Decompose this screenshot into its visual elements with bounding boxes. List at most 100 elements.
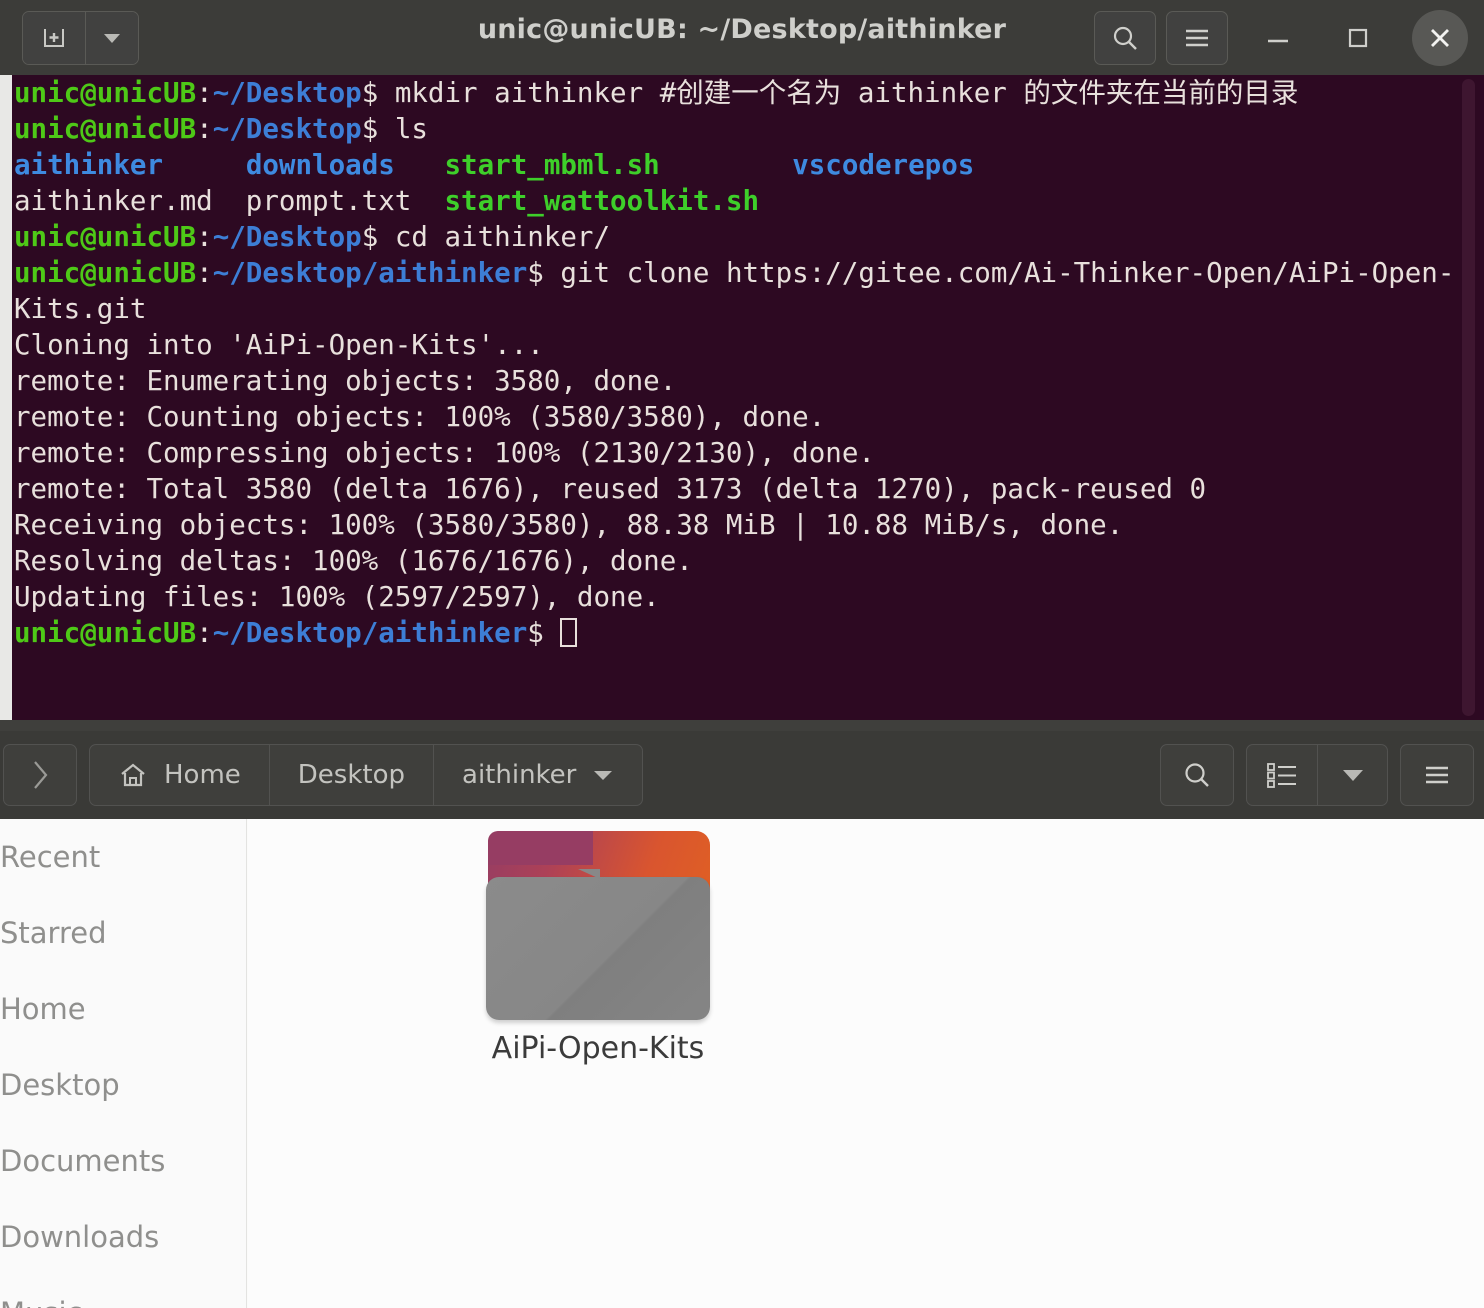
terminal-segment: remote: Counting objects: 100% (3580/358… [14,401,826,433]
terminal-line: unic@unicUB:~/Desktop/aithinker$ git clo… [14,255,1458,327]
breadcrumb-label-desktop: Desktop [297,760,406,790]
terminal-segment: unic@unicUB [14,77,197,109]
new-tab-icon[interactable] [23,11,85,64]
terminal-segment [395,149,445,181]
breadcrumb-item-home[interactable]: Home [90,745,269,805]
terminal-bottom-edge [0,720,1484,731]
terminal-segment: $ cd aithinker/ [361,221,611,253]
terminal-segment: downloads [245,149,395,181]
breadcrumb: Home Desktop aithinker [89,744,644,806]
terminal-segment: $ mkdir aithinker #创建一个名为 aithinker 的文件夹… [361,77,1299,109]
sidebar-label-home: Home [0,992,86,1026]
maximize-icon[interactable] [1318,10,1398,66]
terminal-segment: Resolving deltas: 100% (1676/1676), done… [14,545,693,577]
terminal-segment: Receiving objects: 100% (3580/3580), 88.… [14,509,1124,541]
chevron-down-icon[interactable] [85,11,138,64]
terminal-segment [660,149,792,181]
hamburger-menu-icon[interactable] [1166,11,1228,65]
terminal-line: remote: Compressing objects: 100% (2130/… [14,435,1458,471]
terminal-line: unic@unicUB:~/Desktop$ mkdir aithinker #… [14,75,1458,111]
terminal-segment: : [196,221,213,253]
sidebar-label-downloads: Downloads [0,1220,160,1254]
terminal-segment: Cloning into 'AiPi-Open-Kits'... [14,329,544,361]
terminal-line: Updating files: 100% (2597/2597), done. [14,579,1458,615]
terminal-line: aithinker downloads start_mbml.sh vscode… [14,147,1458,183]
hamburger-menu-icon[interactable] [1400,744,1474,806]
breadcrumb-item-aithinker[interactable]: aithinker [433,745,642,805]
sidebar-item-recent[interactable]: Recent [0,819,246,895]
terminal-segment: : [196,77,213,109]
terminal-text-content: unic@unicUB:~/Desktop$ mkdir aithinker #… [14,75,1458,651]
terminal-window: unic@unicUB: ~/Desktop/aithinker unic@un… [0,0,1484,731]
folder-icon [486,829,710,1020]
terminal-segment: remote: Compressing objects: 100% (2130/… [14,437,875,469]
sidebar-item-downloads[interactable]: Downloads [0,1199,246,1275]
chevron-right-icon[interactable] [3,744,77,806]
sidebar-item-home[interactable]: Home [0,971,246,1047]
home-icon [118,760,148,790]
terminal-segment: aithinker [14,149,164,181]
terminal-line: unic@unicUB:~/Desktop/aithinker$ [14,615,1458,651]
file-manager-window: Home Desktop aithinker Recent Starred Ho… [0,731,1484,1308]
terminal-line: aithinker.md prompt.txt start_wattoolkit… [14,183,1458,219]
terminal-segment: : [196,257,213,289]
folder-icon-notch [578,869,600,879]
terminal-segment: start_mbml.sh [444,149,660,181]
terminal-segment: aithinker.md prompt.txt [14,185,445,217]
terminal-scrollbar[interactable] [1462,75,1481,720]
breadcrumb-item-desktop[interactable]: Desktop [268,745,433,805]
terminal-segment: ~/Desktop/aithinker [212,617,528,649]
search-icon[interactable] [1160,744,1234,806]
terminal-segment: remote: Total 3580 (delta 1676), reused … [14,473,1207,505]
tab-controls-group[interactable] [22,10,139,65]
search-icon[interactable] [1094,11,1156,65]
breadcrumb-label-home: Home [164,760,241,790]
sidebar-item-documents[interactable]: Documents [0,1123,246,1199]
sidebar-label-starred: Starred [0,916,107,950]
folder-icon-front [486,877,710,1020]
sidebar-label-desktop: Desktop [0,1068,120,1102]
terminal-titlebar[interactable]: unic@unicUB: ~/Desktop/aithinker [0,0,1484,75]
terminal-line: remote: Enumerating objects: 3580, done. [14,363,1458,399]
folder-label: AiPi-Open-Kits [491,1031,705,1066]
terminal-line: Cloning into 'AiPi-Open-Kits'... [14,327,1458,363]
terminal-segment: : [196,617,213,649]
terminal-segment: start_wattoolkit.sh [444,185,760,217]
list-view-icon[interactable] [1247,745,1317,805]
terminal-segment: unic@unicUB [14,113,197,145]
terminal-segment: unic@unicUB [14,257,197,289]
breadcrumb-label-aithinker: aithinker [462,760,577,790]
terminal-line: Receiving objects: 100% (3580/3580), 88.… [14,507,1458,543]
view-mode-group [1246,744,1388,806]
terminal-output-area[interactable]: unic@unicUB:~/Desktop$ mkdir aithinker #… [0,75,1484,720]
sidebar-label-documents: Documents [0,1144,166,1178]
terminal-segment: Updating files: 100% (2597/2597), done. [14,581,660,613]
terminal-scrollbar-thumb[interactable] [1462,79,1475,716]
file-manager-toolbar: Home Desktop aithinker [0,731,1484,819]
terminal-segment: : [196,113,213,145]
terminal-segment: $ [527,617,561,649]
terminal-segment: unic@unicUB [14,221,197,253]
terminal-line: remote: Total 3580 (delta 1676), reused … [14,471,1458,507]
terminal-segment: $ ls [361,113,428,145]
close-icon[interactable] [1412,10,1468,66]
terminal-cursor [560,618,578,647]
terminal-segment: remote: Enumerating objects: 3580, done. [14,365,677,397]
chevron-down-icon[interactable] [1317,745,1387,805]
chevron-down-icon[interactable] [592,768,614,782]
sidebar-label-music: Music [0,1296,83,1308]
sidebar-item-starred[interactable]: Starred [0,895,246,971]
titlebar-window-controls [1094,10,1476,66]
file-manager-content-area[interactable]: AiPi-Open-Kits [248,819,1484,1308]
file-manager-toolbar-actions [1160,744,1474,806]
file-manager-sidebar: Recent Starred Home Desktop Documents Do… [0,819,247,1308]
terminal-segment [163,149,246,181]
terminal-segment: ~/Desktop [212,77,362,109]
list-item[interactable]: AiPi-Open-Kits [486,829,710,1066]
terminal-segment: ~/Desktop [212,113,362,145]
sidebar-item-desktop[interactable]: Desktop [0,1047,246,1123]
folder-icon-tab [488,831,593,865]
terminal-line: remote: Counting objects: 100% (3580/358… [14,399,1458,435]
minimize-icon[interactable] [1238,10,1318,66]
sidebar-item-music[interactable]: Music [0,1275,246,1308]
